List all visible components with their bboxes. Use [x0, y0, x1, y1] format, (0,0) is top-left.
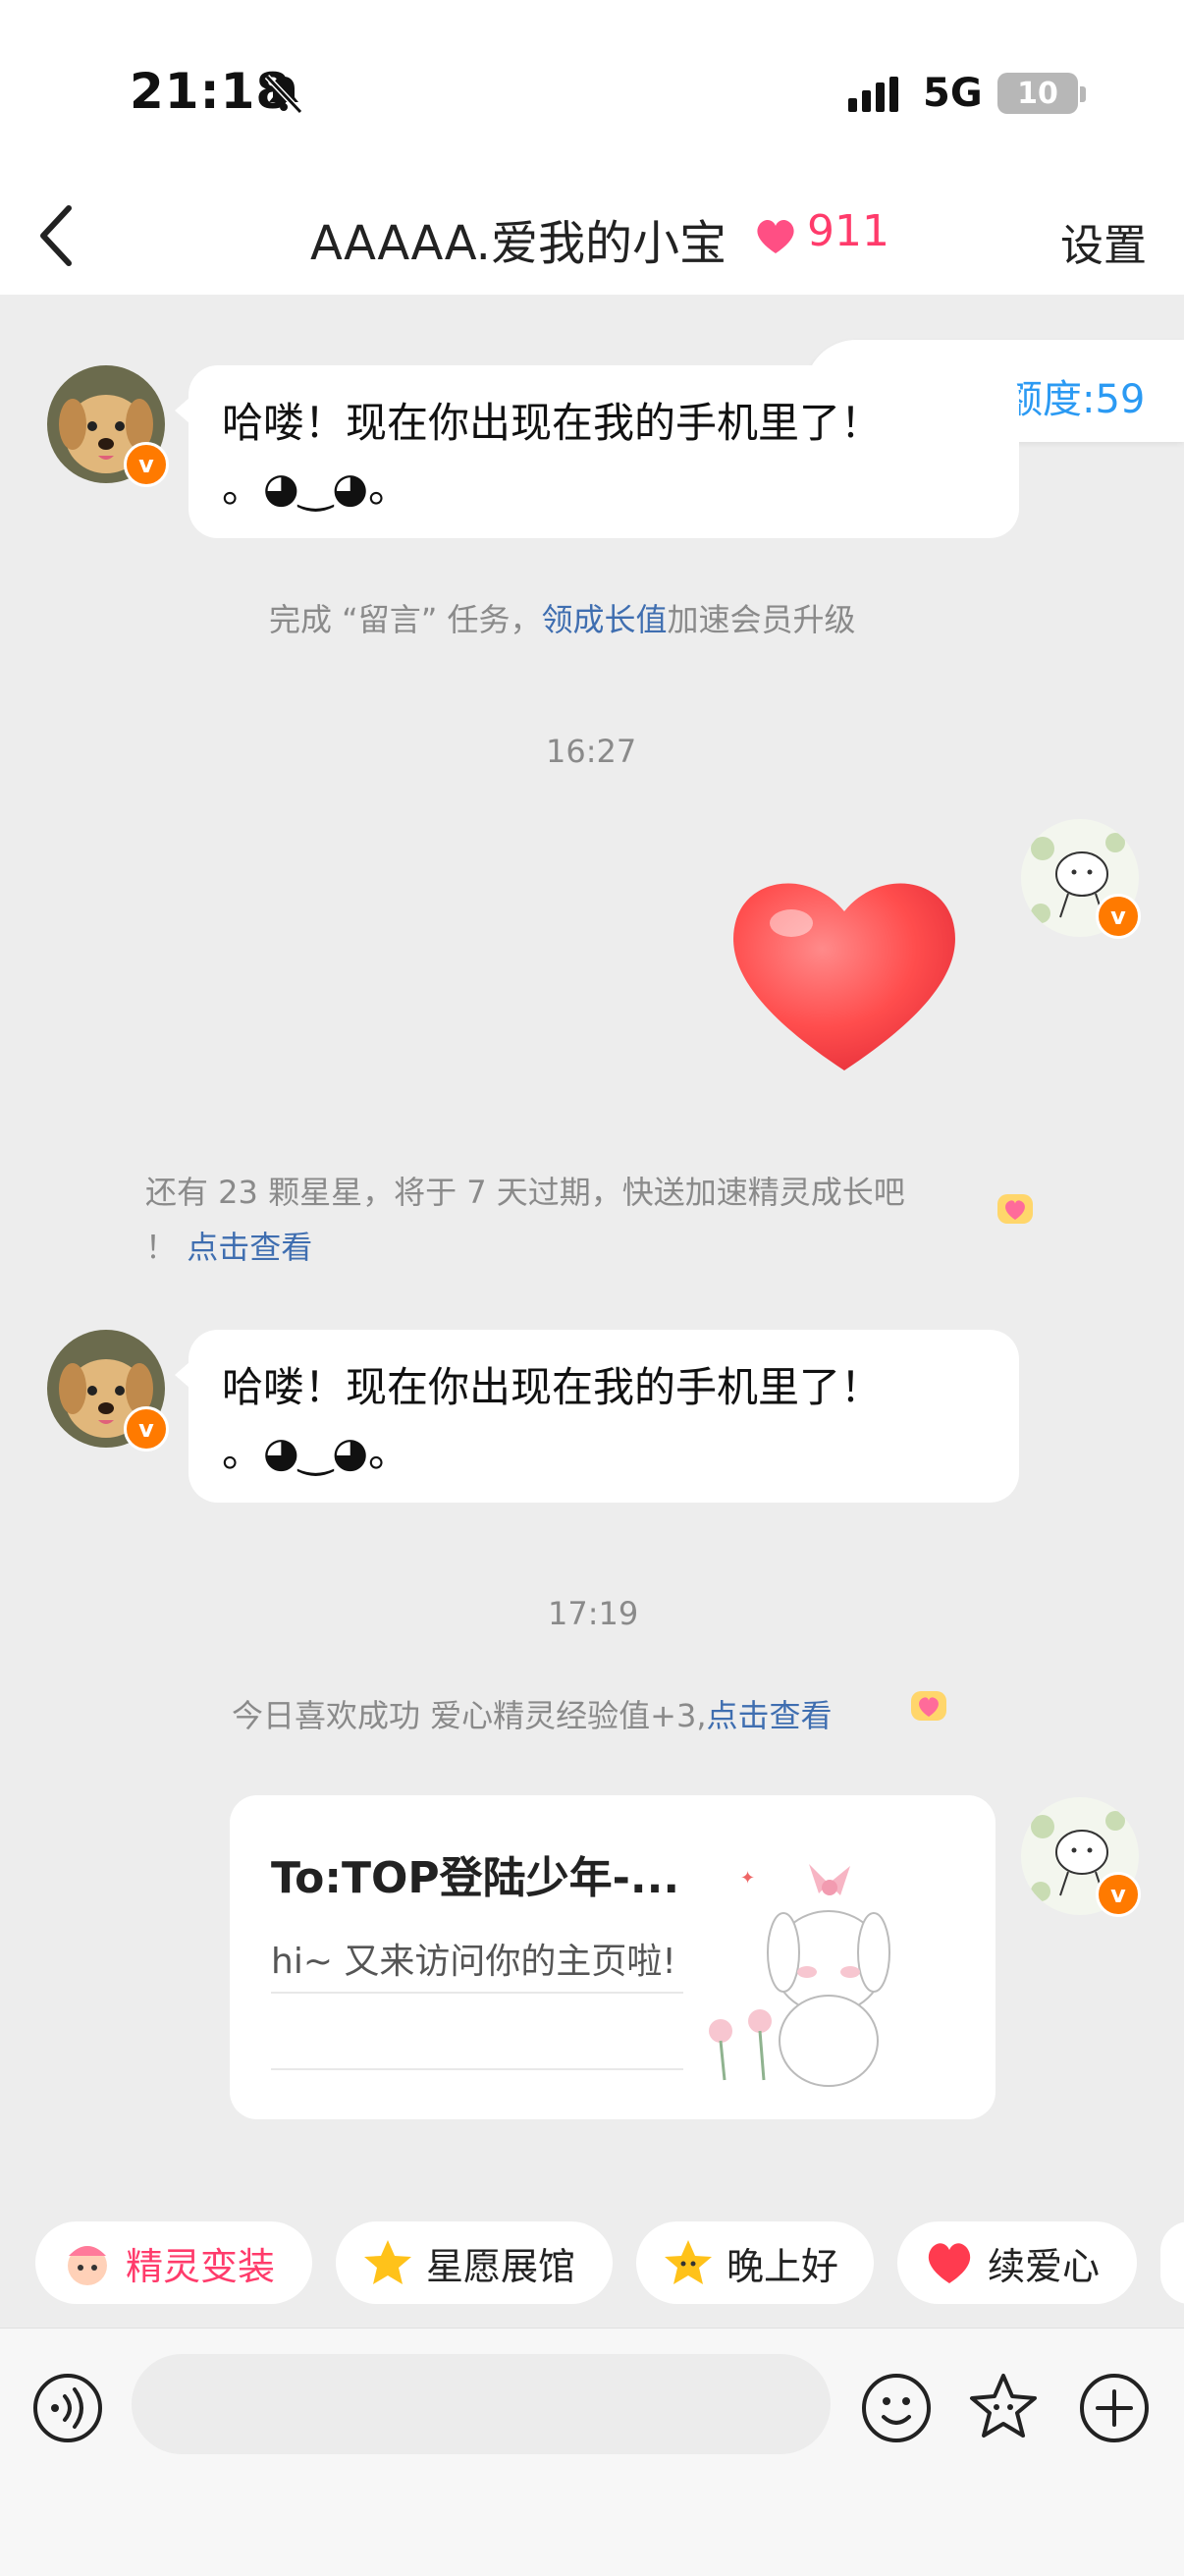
heart-sticker[interactable] — [717, 860, 972, 1082]
task-link[interactable]: 领成长值 — [542, 601, 668, 638]
card-title: To:TOP登陆少年-... — [271, 1853, 680, 1903]
back-arrow-icon[interactable] — [31, 196, 90, 275]
timestamp: 16:27 — [546, 733, 637, 770]
chat-header: AAAAA.爱我的小宝 911 设置 — [0, 177, 1184, 295]
task-notice: 完成 “留言” 任务，领成长值加速会员升级 — [269, 595, 856, 640]
chip-star-gallery[interactable]: 星愿展馆 — [336, 2221, 613, 2304]
chip-good-evening[interactable]: 晚上好 — [636, 2221, 874, 2304]
divider — [271, 1992, 683, 1994]
vip-badge-icon: v — [1096, 1872, 1141, 1917]
star-icon — [364, 2240, 411, 2284]
message-text: 哈喽！现在你出现在我的手机里了！ 。◕‿◕。 — [222, 399, 883, 512]
visit-card[interactable]: To:TOP登陆少年-... hi~ 又来访问你的主页啦! ✦ — [230, 1795, 996, 2119]
stars-line2-prefix: ！ — [145, 1229, 178, 1266]
card-subtitle: hi~ 又来访问你的主页啦! — [271, 1942, 676, 1982]
signal-icon — [848, 77, 898, 112]
chip-renew-heart[interactable]: 续爱心 — [897, 2221, 1137, 2304]
stars-view-link[interactable]: 点击查看 — [187, 1229, 312, 1266]
battery-level: 10 — [1017, 76, 1058, 111]
battery-indicator: 10 — [997, 73, 1078, 114]
bubble-tail — [175, 1361, 190, 1389]
battery-tip — [1080, 86, 1086, 102]
timestamp: 17:19 — [548, 1595, 639, 1632]
emoji-icon[interactable] — [860, 2372, 933, 2444]
bell-muted-icon — [264, 74, 303, 115]
input-bar — [0, 2328, 1184, 2576]
heart-count: 911 — [807, 206, 889, 256]
task-suffix: 加速会员升级 — [667, 601, 856, 638]
vip-badge-icon: v — [124, 1406, 169, 1452]
message-bubble[interactable]: 哈喽！现在你出现在我的手机里了！ 。◕‿◕。 — [175, 365, 1019, 538]
voice-icon[interactable] — [31, 2372, 104, 2444]
chip-label: 星愿展馆 — [426, 2244, 576, 2288]
heart-icon — [757, 219, 794, 253]
vip-badge-icon: v — [124, 442, 169, 487]
chip-sprite-dressup[interactable]: 精灵变装 — [35, 2221, 312, 2304]
chip-label: 续爱心 — [988, 2244, 1101, 2288]
bubble-tail — [175, 397, 190, 424]
chip-more[interactable] — [1160, 2221, 1184, 2304]
network-type: 5G — [923, 71, 983, 116]
status-bar: 21:18 5G 10 — [0, 0, 1184, 177]
star-face-icon — [665, 2240, 712, 2284]
quick-action-bar: 精灵变装 星愿展馆 晚上好 续爱心 — [0, 2221, 1184, 2304]
bunny-illustration: ✦ — [709, 1864, 890, 2087]
plus-icon[interactable] — [1078, 2372, 1151, 2444]
settings-button[interactable]: 设置 — [1060, 210, 1147, 273]
chip-label: 晚上好 — [727, 2244, 839, 2288]
divider — [271, 2068, 683, 2070]
message-input[interactable] — [132, 2354, 831, 2454]
heart-bubble-icon — [997, 1194, 1033, 1224]
svg-text:✦: ✦ — [740, 1868, 755, 1889]
like-text: 今日喜欢成功 爱心精灵经验值+3, — [232, 1697, 707, 1734]
task-prefix: 完成 “留言” 任务， — [269, 601, 542, 638]
like-view-link[interactable]: 点击查看 — [707, 1697, 833, 1734]
message-text: 哈喽！现在你出现在我的手机里了！ 。◕‿◕。 — [222, 1363, 883, 1476]
heart-icon — [928, 2243, 971, 2283]
like-notice: 今日喜欢成功 爱心精灵经验值+3,点击查看 — [232, 1691, 833, 1736]
heart-bubble-icon — [911, 1691, 946, 1721]
message-bubble[interactable]: 哈喽！现在你出现在我的手机里了！ 。◕‿◕。 — [175, 1330, 1019, 1503]
sprite-dressup-icon — [68, 2246, 107, 2285]
sprite-star-icon[interactable] — [966, 2370, 1041, 2444]
chip-label: 精灵变装 — [126, 2244, 276, 2288]
chat-title[interactable]: AAAAA.爱我的小宝 — [310, 204, 727, 273]
stars-expiry-notice: 还有 23 颗星星，将于 7 天过期，快送加速精灵成长吧 ！ 点击查看 — [145, 1165, 1009, 1275]
stars-line1: 还有 23 颗星星，将于 7 天过期，快送加速精灵成长吧 — [145, 1174, 905, 1211]
vip-badge-icon: v — [1096, 894, 1141, 939]
